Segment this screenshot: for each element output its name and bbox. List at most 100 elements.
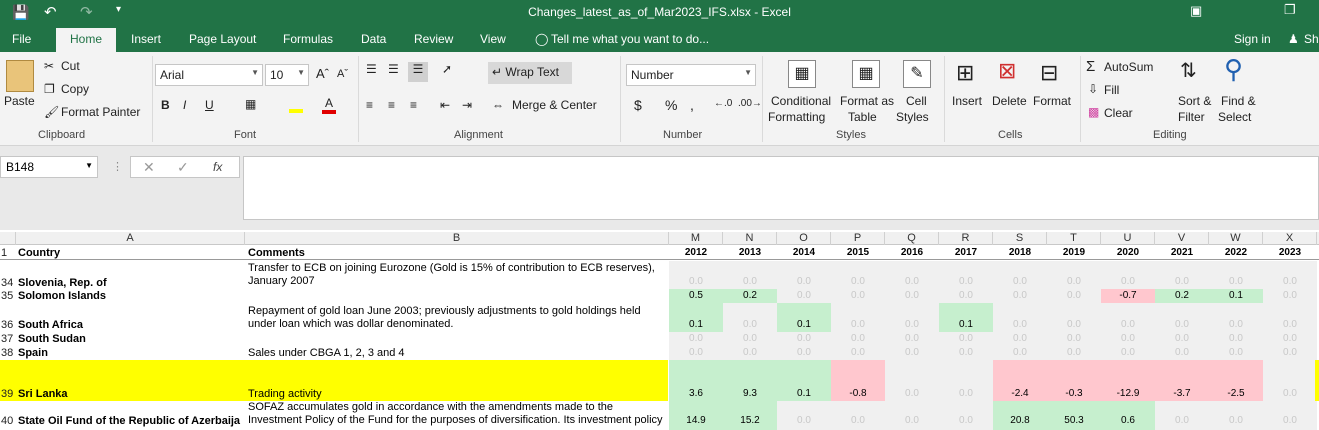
value-cell[interactable]: 0.0: [885, 303, 939, 332]
year-header[interactable]: 2014: [777, 247, 831, 258]
underline-icon[interactable]: U: [205, 98, 214, 112]
fill-icon[interactable]: ⇩: [1088, 82, 1098, 96]
value-cell[interactable]: 14.9: [669, 401, 723, 430]
year-header[interactable]: 2023: [1263, 247, 1317, 258]
value-cell[interactable]: 0.0: [1209, 332, 1263, 346]
value-cell[interactable]: 0.0: [939, 332, 993, 346]
copy-button[interactable]: Copy: [61, 82, 89, 96]
value-cell[interactable]: 0.0: [1263, 346, 1317, 360]
tab-home[interactable]: Home: [56, 28, 116, 52]
value-cell[interactable]: 0.0: [831, 303, 885, 332]
name-box[interactable]: B148 ▼: [0, 156, 98, 178]
increase-font-icon[interactable]: Aˆ: [316, 66, 329, 81]
insert-cells-icon[interactable]: ⊞: [956, 60, 974, 86]
align-right-icon[interactable]: ≡: [410, 98, 417, 112]
cancel-icon[interactable]: ✕: [143, 159, 155, 176]
value-cell[interactable]: 0.1: [939, 303, 993, 332]
value-cell[interactable]: 0.6: [1101, 401, 1155, 430]
merge-center-button[interactable]: Merge & Center: [512, 98, 597, 112]
row-number[interactable]: 1: [0, 247, 16, 259]
year-header[interactable]: 2018: [993, 247, 1047, 258]
percent-icon[interactable]: %: [665, 97, 677, 113]
column-header[interactable]: Q: [885, 232, 939, 245]
value-cell[interactable]: 0.0: [885, 360, 939, 401]
merge-center-icon[interactable]: ⇔: [492, 98, 504, 112]
year-header[interactable]: 2017: [939, 247, 993, 258]
value-cell[interactable]: 0.0: [1263, 261, 1317, 289]
insert-function-icon[interactable]: fx: [213, 160, 222, 174]
formula-input[interactable]: [243, 156, 1319, 220]
value-cell[interactable]: 0.0: [777, 261, 831, 289]
value-cell[interactable]: 0.0: [777, 289, 831, 303]
column-header[interactable]: M: [669, 232, 723, 245]
value-cell[interactable]: 0.0: [1101, 332, 1155, 346]
value-cell[interactable]: 0.0: [993, 346, 1047, 360]
autosum-icon[interactable]: Σ: [1086, 58, 1095, 75]
value-cell[interactable]: 0.0: [1209, 346, 1263, 360]
currency-icon[interactable]: $: [634, 97, 642, 113]
row-number[interactable]: 36: [0, 319, 16, 331]
column-header[interactable]: O: [777, 232, 831, 245]
value-cell[interactable]: 0.0: [993, 303, 1047, 332]
value-cell[interactable]: -12.9: [1101, 360, 1155, 401]
column-header-b[interactable]: B: [245, 232, 669, 245]
value-cell[interactable]: 0.0: [885, 289, 939, 303]
value-cell[interactable]: 0.0: [993, 261, 1047, 289]
wrap-text-button[interactable]: ↵ Wrap Text: [488, 62, 572, 84]
year-header[interactable]: 2016: [885, 247, 939, 258]
fill-button[interactable]: Fill: [1104, 83, 1119, 97]
value-cell[interactable]: -0.3: [1047, 360, 1101, 401]
decrease-indent-icon[interactable]: ⇤: [440, 98, 450, 112]
country-header[interactable]: Country: [18, 247, 60, 259]
country-cell[interactable]: State Oil Fund of the Republic of Azerba…: [18, 415, 240, 427]
font-color-icon[interactable]: A: [322, 96, 336, 114]
row-number[interactable]: 39: [0, 388, 16, 400]
decrease-font-icon[interactable]: Aˇ: [337, 68, 348, 80]
decrease-decimal-icon[interactable]: .00→: [738, 98, 762, 109]
value-cell[interactable]: 0.0: [723, 261, 777, 289]
insert-cells-button[interactable]: Insert: [952, 94, 982, 108]
value-cell[interactable]: 0.0: [1209, 261, 1263, 289]
select-all-corner[interactable]: [0, 232, 16, 245]
value-cell[interactable]: 0.0: [1047, 261, 1101, 289]
country-cell[interactable]: Sri Lanka: [18, 388, 68, 400]
value-cell[interactable]: 0.0: [831, 261, 885, 289]
value-cell[interactable]: 0.0: [723, 346, 777, 360]
value-cell[interactable]: 15.2: [723, 401, 777, 430]
tab-file[interactable]: File: [12, 32, 31, 52]
sign-in-link[interactable]: Sign in: [1234, 32, 1271, 52]
value-cell[interactable]: 0.0: [1155, 332, 1209, 346]
value-cell[interactable]: 0.0: [1047, 303, 1101, 332]
value-cell[interactable]: 0.0: [1101, 346, 1155, 360]
value-cell[interactable]: 0.0: [1209, 401, 1263, 430]
value-cell[interactable]: 0.0: [669, 261, 723, 289]
value-cell[interactable]: 0.0: [1155, 401, 1209, 430]
autosum-button[interactable]: AutoSum: [1104, 60, 1153, 74]
value-cell[interactable]: 0.0: [831, 332, 885, 346]
column-header[interactable]: P: [831, 232, 885, 245]
eraser-icon[interactable]: ▩: [1088, 105, 1099, 119]
row-number[interactable]: 35: [0, 290, 16, 302]
value-cell[interactable]: 0.0: [777, 346, 831, 360]
comment-cell[interactable]: Sales under CBGA 1, 2, 3 and 4: [248, 347, 668, 360]
bold-icon[interactable]: B: [161, 98, 170, 112]
value-cell[interactable]: 0.0: [777, 332, 831, 346]
tab-page-layout[interactable]: Page Layout: [189, 32, 256, 52]
conditional-formatting-icon[interactable]: ▦: [788, 60, 816, 88]
comment-cell[interactable]: Transfer to ECB on joining Eurozone (Gol…: [248, 262, 668, 288]
country-cell[interactable]: South Africa: [18, 319, 83, 331]
align-left-icon[interactable]: ≡: [366, 98, 373, 112]
value-cell[interactable]: 0.0: [1101, 303, 1155, 332]
clear-button[interactable]: Clear: [1104, 106, 1133, 120]
value-cell[interactable]: 0.0: [723, 332, 777, 346]
value-cell[interactable]: 0.0: [1101, 261, 1155, 289]
share-icon[interactable]: ♟: [1288, 32, 1299, 52]
country-cell[interactable]: Slovenia, Rep. of: [18, 277, 107, 289]
value-cell[interactable]: -2.5: [1209, 360, 1263, 401]
value-cell[interactable]: 0.1: [669, 303, 723, 332]
value-cell[interactable]: 0.0: [939, 289, 993, 303]
column-header-a[interactable]: A: [16, 232, 245, 245]
cell-styles-button[interactable]: Cell: [906, 94, 927, 108]
value-cell[interactable]: -3.7: [1155, 360, 1209, 401]
column-header[interactable]: V: [1155, 232, 1209, 245]
